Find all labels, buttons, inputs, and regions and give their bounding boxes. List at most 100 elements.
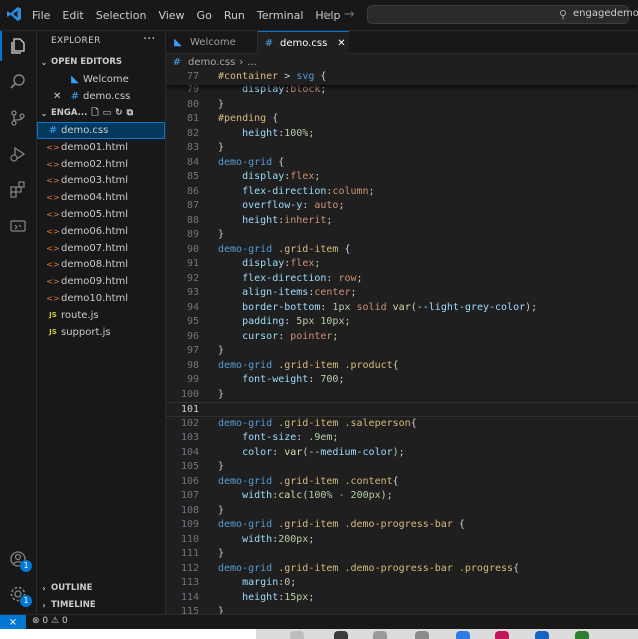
code-line[interactable]: 86 flex-direction:column; [166,185,638,200]
explorer-icon[interactable] [0,31,36,61]
code-line[interactable]: 99 font-weight: 700; [166,373,638,388]
run-debug-icon[interactable] [0,139,36,169]
source-control-icon[interactable] [0,103,36,133]
collapse-all-icon[interactable]: ⧉ [127,108,137,118]
more-actions-icon[interactable]: ··· [143,32,155,47]
file-item[interactable]: <> demo03.html [37,172,165,189]
menu-item-go[interactable]: Go [191,9,218,22]
file-item[interactable]: <> demo09.html [37,273,165,290]
code-line[interactable]: 106 demo-grid .grid-item .content{ [166,475,638,490]
taskbar-app-icon[interactable] [456,631,470,639]
code-line[interactable]: 97} [166,344,638,359]
file-item[interactable]: JS route.js [37,307,165,324]
file-item[interactable]: <> demo10.html [37,290,165,307]
taskbar-app-icon[interactable] [334,631,348,639]
code-line[interactable]: 101 [166,402,638,417]
code-text: } [218,606,225,614]
file-item[interactable]: <> demo01.html [37,139,165,156]
problems-indicator[interactable]: ⊗ 0 ⚠ 0 [32,616,68,626]
remote-explorer-icon[interactable] [0,211,36,241]
menu-item-file[interactable]: File [26,9,56,22]
code-line[interactable]: 81 #pending { [166,112,638,127]
code-line[interactable]: 98 demo-grid .grid-item .product{ [166,359,638,374]
code-line[interactable]: 111} [166,547,638,562]
file-item[interactable]: <> demo02.html [37,156,165,173]
search-view-icon[interactable] [0,67,36,97]
code-line[interactable]: 94 border-bottom: 1px solid var(--light-… [166,301,638,316]
accounts-icon[interactable]: 1 [0,544,36,574]
code-line[interactable]: 83} [166,141,638,156]
code-line[interactable]: 79 display:block; [166,83,638,98]
tab-welcome[interactable]: ◣ Welcome [166,31,258,53]
code-line[interactable]: 115} [166,605,638,614]
code-line[interactable]: 93 align-items:center; [166,286,638,301]
outline-header[interactable]: › OUTLINE [37,580,165,596]
taskbar-app-icon[interactable] [415,631,429,639]
code-line[interactable]: 96 cursor: pointer; [166,330,638,345]
manage-gear-icon[interactable]: 1 [0,579,36,609]
new-file-icon[interactable]: 🗋 [91,108,102,118]
new-folder-icon[interactable]: ▭ [103,108,116,118]
taskbar-app-icon[interactable] [373,631,387,639]
file-item[interactable]: <> demo04.html [37,189,165,206]
file-item[interactable]: JS support.js [37,324,165,341]
command-center-search[interactable]: ⚲ engagedemo [367,5,638,24]
open-editor-demo-css[interactable]: ✕ # demo.css [37,88,165,105]
open-editor-welcome[interactable]: ◣ Welcome [37,71,165,88]
menu-item-view[interactable]: View [152,9,190,22]
code-line[interactable]: 113 margin:0; [166,576,638,591]
folder-header[interactable]: ⌄ ENGA... 🗋▭↻⧉ [37,105,165,121]
code-editor[interactable]: 77 #container > svg {79 display:block; 80}… [166,70,638,614]
extensions-icon[interactable] [0,175,36,205]
code-line[interactable]: 77 #container > svg { [166,70,638,85]
remote-indicator-icon[interactable]: ⨯ [0,615,26,630]
code-line[interactable]: 105} [166,460,638,475]
back-arrow-icon[interactable]: ← [323,7,334,22]
file-item[interactable]: <> demo06.html [37,223,165,240]
code-line[interactable]: 87 overflow-y: auto; [166,199,638,214]
breadcrumb-rest[interactable]: ... [247,57,257,68]
code-line[interactable]: 85 display:flex; [166,170,638,185]
taskbar-search-area[interactable] [0,629,256,639]
code-line[interactable]: 95 padding: 5px 10px; [166,315,638,330]
close-icon[interactable]: ✕ [53,91,67,102]
code-line[interactable]: 107 width:calc(100% - 200px); [166,489,638,504]
code-line[interactable]: 112 demo-grid .grid-item .demo-progress-b… [166,562,638,577]
code-line[interactable]: 91 display:flex; [166,257,638,272]
file-item[interactable]: # demo.css [37,122,165,139]
code-line[interactable]: 84 demo-grid { [166,156,638,171]
code-line[interactable]: 103 font-size: .9em; [166,431,638,446]
code-line[interactable]: 92 flex-direction: row; [166,272,638,287]
code-line[interactable]: 80} [166,98,638,113]
code-line[interactable]: 104 color: var(--medium-color); [166,446,638,461]
forward-arrow-icon[interactable]: → [344,7,355,22]
menu-item-selection[interactable]: Selection [90,9,153,22]
open-editors-header[interactable]: ⌄ OPEN EDITORS [37,54,165,70]
timeline-header[interactable]: › TIMELINE [37,597,165,613]
close-icon[interactable]: ✕ [337,38,345,49]
folder-actions[interactable]: 🗋▭↻⧉ [91,105,137,121]
code-line[interactable]: 114 height:15px; [166,591,638,606]
code-line[interactable]: 109 demo-grid .grid-item .demo-progress-b… [166,518,638,533]
tab-demo-css[interactable]: # demo.css ✕ [258,31,349,54]
refresh-icon[interactable]: ↻ [115,108,127,118]
code-line[interactable]: 90 demo-grid .grid-item { [166,243,638,258]
code-line[interactable]: 108} [166,504,638,519]
code-line[interactable]: 82 height:100%; [166,127,638,142]
breadcrumb-file[interactable]: demo.css [188,57,235,68]
file-item[interactable]: <> demo05.html [37,206,165,223]
code-line[interactable]: 110 width:200px; [166,533,638,548]
menu-item-run[interactable]: Run [218,9,251,22]
taskbar-app-icon[interactable] [290,631,304,639]
menu-item-edit[interactable]: Edit [56,9,89,22]
taskbar-app-icon[interactable] [575,631,589,639]
code-line[interactable]: 100} [166,388,638,403]
menu-item-terminal[interactable]: Terminal [251,9,310,22]
code-line[interactable]: 102 demo-grid .grid-item .saleperson{ [166,417,638,432]
file-item[interactable]: <> demo08.html [37,256,165,273]
taskbar-app-icon[interactable] [495,631,509,639]
code-line[interactable]: 89} [166,228,638,243]
file-item[interactable]: <> demo07.html [37,240,165,257]
taskbar-app-icon[interactable] [535,631,549,639]
code-line[interactable]: 88 height:inherit; [166,214,638,229]
